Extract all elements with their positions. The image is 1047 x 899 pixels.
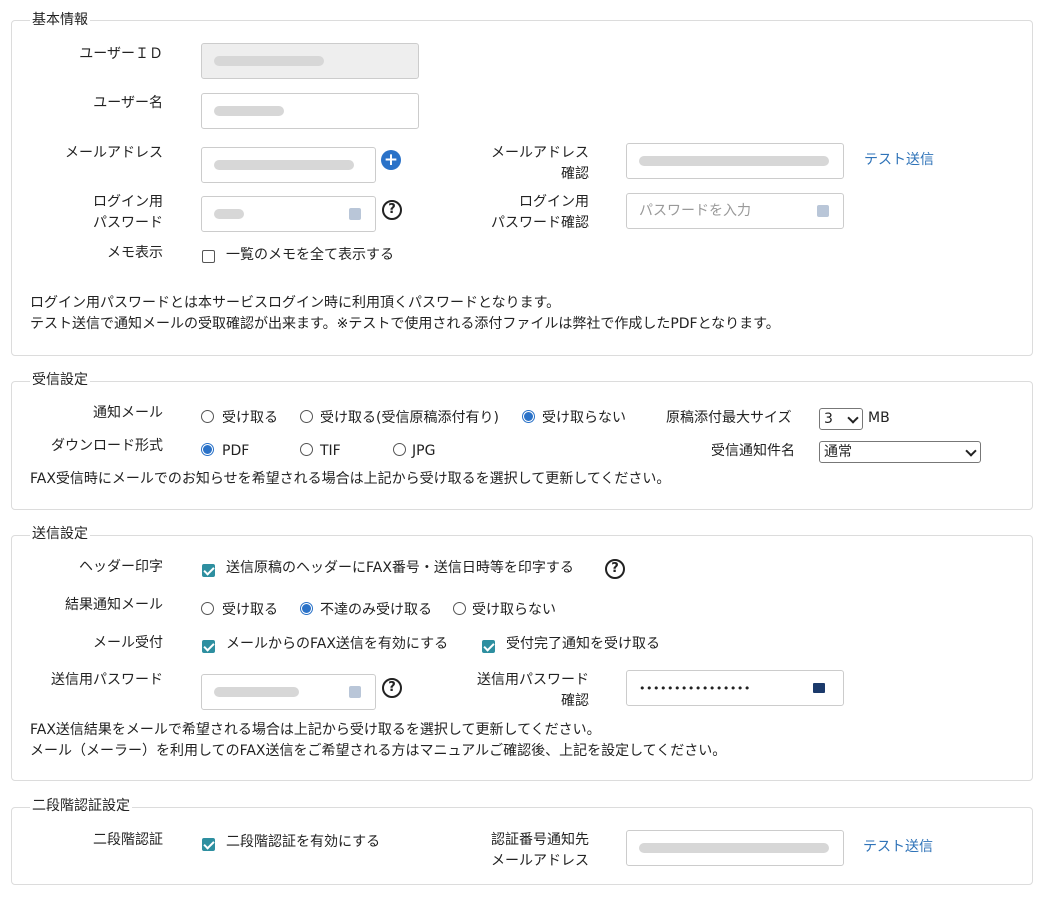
send-password-help-icon[interactable]: ?	[382, 678, 402, 698]
receive-note: FAX受信時にメールでのお知らせを希望される場合は上記から受け取るを選択して更新…	[30, 471, 671, 487]
result-undelivered-radio[interactable]	[300, 602, 313, 615]
password-confirm-placeholder: パスワードを入力	[639, 203, 751, 219]
max-size-unit: MB	[868, 410, 890, 426]
max-size-select[interactable]: 3	[819, 408, 863, 430]
result-none-radio[interactable]	[453, 602, 466, 615]
subject-select[interactable]: 通常	[819, 441, 981, 463]
download-option-label: TIF	[320, 443, 341, 459]
mail-fax-send-checkbox[interactable]	[202, 640, 215, 653]
password-manager-icon[interactable]	[817, 205, 829, 217]
mail-accept-label: メール受付	[93, 635, 163, 651]
twofactor-test-send-link[interactable]: テスト送信	[863, 837, 933, 857]
accept-notify-text: 受付完了通知を受け取る	[506, 636, 660, 652]
test-send-link[interactable]: テスト送信	[864, 150, 934, 170]
accept-notify-checkbox[interactable]	[482, 640, 495, 653]
user-id-label: ユーザーＩＤ	[79, 46, 163, 62]
basic-note-1: ログイン用パスワードとは本サービスログイン時に利用頂くパスワードとなります。	[30, 295, 561, 311]
send-password-confirm-label: 送信用パスワード 確認	[477, 672, 589, 709]
user-name-label: ユーザー名	[93, 95, 163, 111]
notify-receive-radio[interactable]	[201, 410, 214, 423]
mail-fax-send-text: メールからのFAX送信を有効にする	[226, 636, 449, 652]
result-receive-radio[interactable]	[201, 602, 214, 615]
download-jpg-radio[interactable]	[393, 443, 406, 456]
basic-info-legend: 基本情報	[30, 12, 90, 28]
user-name-field[interactable]	[201, 93, 419, 129]
receive-legend: 受信設定	[30, 372, 90, 388]
header-print-checkbox[interactable]	[202, 564, 215, 577]
download-format-label: ダウンロード形式	[51, 438, 163, 454]
twofactor-legend: 二段階認証設定	[30, 798, 132, 814]
twofactor-label: 二段階認証	[93, 832, 163, 848]
download-pdf-radio[interactable]	[201, 443, 214, 456]
result-option-label: 受け取る	[222, 602, 278, 618]
add-email-icon[interactable]: +	[381, 150, 401, 170]
result-option-label: 不達のみ受け取る	[320, 602, 432, 618]
max-size-label: 原稿添付最大サイズ	[666, 410, 792, 426]
password-label: ログイン用 パスワード	[93, 194, 163, 231]
twofactor-checkbox-text: 二段階認証を有効にする	[226, 834, 381, 850]
email-label: メールアドレス	[65, 145, 163, 161]
basic-note-2: テスト送信で通知メールの受取確認が出来ます。※テストで使用される添付ファイルは弊…	[30, 316, 780, 332]
header-print-label: ヘッダー印字	[79, 559, 163, 575]
header-print-text: 送信原稿のヘッダーにFAX番号・送信日時等を印字する	[226, 560, 574, 576]
notify-mail-label: 通知メール	[93, 405, 163, 421]
password-field[interactable]	[201, 196, 376, 232]
memo-label: メモ表示	[107, 245, 163, 261]
send-note-1: FAX送信結果をメールで希望される場合は上記から受け取るを選択して更新してくださ…	[30, 722, 601, 738]
notify-option-label: 受け取る(受信原稿添付有り)	[320, 410, 499, 426]
send-note-2: メール（メーラー）を利用してのFAX送信をご希望される方はマニュアルご確認後、上…	[30, 743, 727, 759]
header-help-icon[interactable]: ?	[605, 559, 625, 579]
twofactor-checkbox[interactable]	[202, 838, 215, 851]
notify-receive-attach-radio[interactable]	[300, 410, 313, 423]
download-option-label: JPG	[412, 443, 436, 459]
memo-checkbox[interactable]	[202, 250, 215, 263]
notify-option-label: 受け取らない	[542, 410, 626, 426]
download-tif-radio[interactable]	[300, 443, 313, 456]
email-confirm-label: メールアドレス 確認	[491, 145, 589, 182]
password-help-icon[interactable]: ?	[382, 200, 402, 220]
send-legend: 送信設定	[30, 526, 90, 542]
notify-none-radio[interactable]	[522, 410, 535, 423]
memo-checkbox-text: 一覧のメモを全て表示する	[226, 247, 394, 263]
send-password-confirm-field[interactable]: ••••••••••••••••	[626, 670, 844, 706]
result-mail-label: 結果通知メール	[65, 597, 163, 613]
notify-option-label: 受け取る	[222, 410, 278, 426]
twofactor-email-field[interactable]	[626, 830, 844, 866]
send-password-field[interactable]	[201, 674, 376, 710]
chevron-down-icon	[965, 445, 977, 457]
twofactor-email-label: 認証番号通知先 メールアドレス	[491, 832, 589, 869]
password-manager-icon[interactable]	[349, 208, 361, 220]
password-confirm-field[interactable]: パスワードを入力	[626, 193, 844, 229]
email-field[interactable]	[201, 147, 376, 183]
email-confirm-field[interactable]	[626, 143, 844, 179]
password-confirm-label: ログイン用 パスワード確認	[491, 194, 589, 231]
subject-label: 受信通知件名	[711, 443, 795, 459]
password-manager-icon[interactable]	[349, 686, 361, 698]
user-id-field	[201, 43, 419, 79]
download-option-label: PDF	[222, 443, 250, 459]
result-option-label: 受け取らない	[472, 602, 556, 618]
password-manager-icon[interactable]	[813, 683, 825, 693]
chevron-down-icon	[847, 412, 859, 424]
send-password-label: 送信用パスワード	[51, 672, 163, 688]
